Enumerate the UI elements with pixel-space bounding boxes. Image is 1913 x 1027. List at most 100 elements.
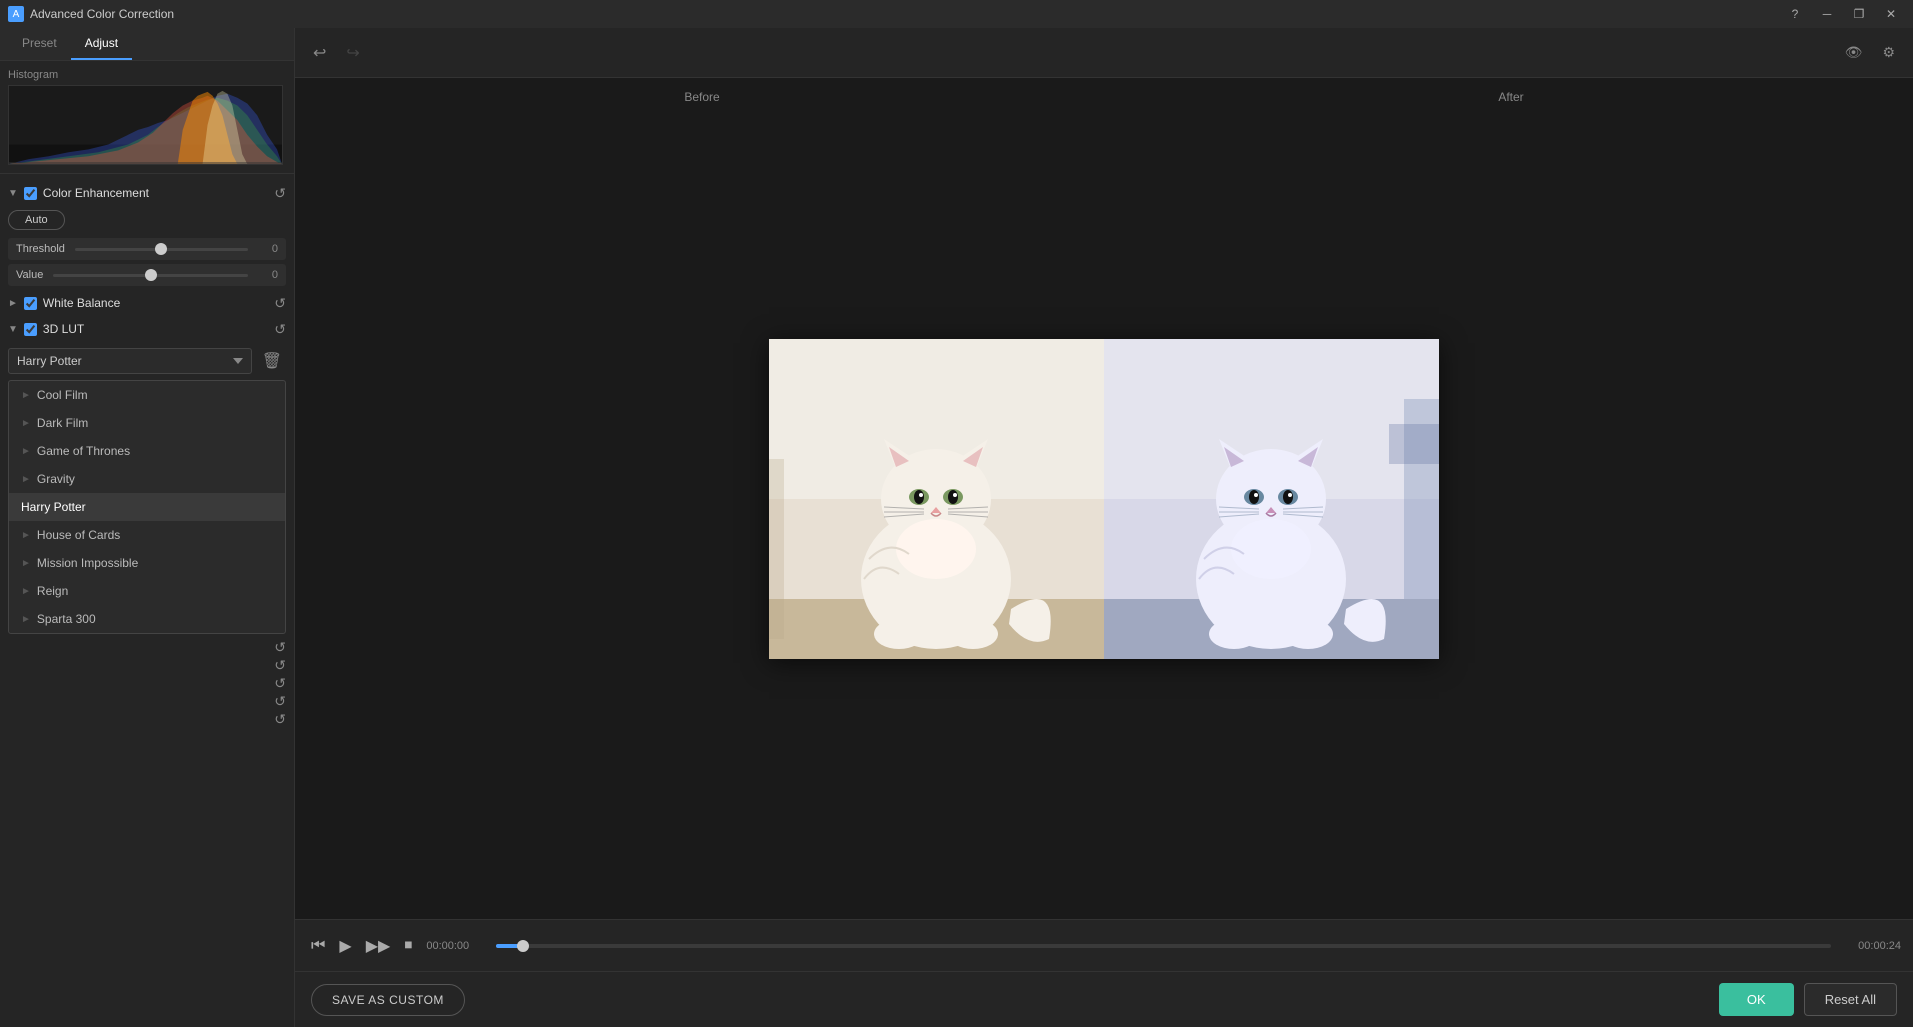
threshold-thumb[interactable] [155,243,167,255]
threshold-row: Threshold 0 [8,238,286,260]
sub-reset-2[interactable]: ↺ [274,658,286,672]
end-time: 00:00:24 [1841,940,1901,952]
item-label-reign: Reign [37,584,68,598]
color-enhancement-header[interactable]: ▼ Color Enhancement ↺ [8,180,286,206]
sub-reset-3[interactable]: ↺ [274,676,286,690]
play-controls: ⏮ ▶ ▶▶ ⏹ [307,934,416,958]
top-toolbar: ↩ ↪ 👁 ⚙ [295,28,1913,78]
histogram-canvas [8,85,283,165]
white-balance-title: White Balance [43,296,120,310]
list-item[interactable]: ► Game of Thrones [9,437,285,465]
item-label-harrypotter: Harry Potter [21,500,86,514]
histogram-section: Histogram [0,61,294,174]
before-label: Before [684,90,719,104]
main-layout: Preset Adjust Histogram [0,28,1913,1027]
threshold-value: 0 [258,243,278,255]
close-button[interactable]: ✕ [1877,0,1905,28]
play-button[interactable]: ▶ [335,934,355,958]
minimize-button[interactable]: ─ [1813,0,1841,28]
lut3d-header-left: ▼ 3D LUT [8,322,84,336]
color-enhancement-checkbox[interactable] [24,187,37,200]
white-balance-checkbox[interactable] [24,297,37,310]
auto-button[interactable]: Auto [8,210,65,230]
stop-button[interactable]: ⏹ [400,935,416,957]
cat-after-svg [1104,339,1439,659]
lut3d-header[interactable]: ▼ 3D LUT ↺ [8,316,286,342]
list-item[interactable]: ► House of Cards [9,521,285,549]
item-label-darkfilm: Dark Film [37,416,88,430]
lut-dropdown-list: ► Cool Film ► Dark Film ► Game of Throne… [8,380,286,634]
timeline-bar[interactable] [496,944,1831,948]
color-enhancement-reset[interactable]: ↺ [274,186,286,200]
list-item[interactable]: ► Cool Film [9,381,285,409]
lut3d-chevron: ▼ [8,324,18,335]
current-time: 00:00:00 [426,940,486,952]
white-balance-reset[interactable]: ↺ [274,296,286,310]
panel-content: ▼ Color Enhancement ↺ Auto Threshold 0 V… [0,174,294,1027]
list-item[interactable]: ► Gravity [9,465,285,493]
preview-after [1104,339,1439,659]
undo-button[interactable]: ↩ [307,39,332,67]
white-balance-chevron: ► [8,298,18,309]
item-arrow-gravity: ► [21,474,31,485]
lut3d-reset[interactable]: ↺ [274,322,286,336]
lut-delete-button[interactable]: 🗑 [258,349,286,373]
app-icon: A [8,6,24,22]
list-item[interactable]: ► Dark Film [9,409,285,437]
settings-button[interactable]: ⚙ [1876,40,1901,65]
preview-images [769,339,1439,659]
item-arrow-sparta: ► [21,614,31,625]
before-after-labels: Before After [295,90,1913,104]
item-arrow-got: ► [21,446,31,457]
list-item[interactable]: ► Reign [9,577,285,605]
value-value: 0 [258,269,278,281]
lut3d-title: 3D LUT [43,322,84,336]
sub-reset-5[interactable]: ↺ [274,712,286,726]
bottom-bar: SAVE AS CUSTOM OK Reset All [295,971,1913,1027]
item-arrow-mi: ► [21,558,31,569]
value-slider[interactable] [53,274,248,277]
play-forward-button[interactable]: ▶▶ [362,934,395,958]
reset-all-button[interactable]: Reset All [1804,983,1897,1016]
titlebar-controls: ? ─ ❐ ✕ [1781,0,1905,28]
tab-adjust[interactable]: Adjust [71,28,132,60]
sub-reset-1[interactable]: ↺ [274,640,286,654]
cat-before-svg [769,339,1104,659]
list-item[interactable]: ► Mission Impossible [9,549,285,577]
color-enhancement-title: Color Enhancement [43,186,149,200]
color-enhancement-chevron: ▼ [8,188,18,199]
item-label-hoc: House of Cards [37,528,120,542]
color-enhancement-header-left: ▼ Color Enhancement [8,186,149,200]
titlebar-left: A Advanced Color Correction [8,6,174,22]
eye-button[interactable]: 👁 [1839,40,1869,65]
list-item-selected[interactable]: Harry Potter [9,493,285,521]
lut3d-checkbox[interactable] [24,323,37,336]
after-label: After [1498,90,1523,104]
timeline: ⏮ ▶ ▶▶ ⏹ 00:00:00 00:00:24 [295,919,1913,971]
redo-button[interactable]: ↪ [340,39,365,67]
timeline-thumb[interactable] [517,940,529,952]
lut-select[interactable]: Cool Film Dark Film Game of Thrones Grav… [8,348,252,374]
value-row: Value 0 [8,264,286,286]
restore-button[interactable]: ❐ [1845,0,1873,28]
save-custom-button[interactable]: SAVE AS CUSTOM [311,984,465,1016]
ok-button[interactable]: OK [1719,983,1794,1016]
right-panel: ↩ ↪ 👁 ⚙ Before After [295,28,1913,1027]
skip-back-button[interactable]: ⏮ [307,935,329,957]
tabs: Preset Adjust [0,28,294,61]
help-button[interactable]: ? [1781,0,1809,28]
titlebar: A Advanced Color Correction ? ─ ❐ ✕ [0,0,1913,28]
threshold-slider[interactable] [75,248,248,251]
item-label-gravity: Gravity [37,472,75,486]
app-title: Advanced Color Correction [30,7,174,21]
item-arrow-hoc: ► [21,530,31,541]
item-label-mi: Mission Impossible [37,556,138,570]
sub-reset-4[interactable]: ↺ [274,694,286,708]
histogram-label: Histogram [8,69,286,81]
tab-preset[interactable]: Preset [8,28,71,60]
item-arrow-reign: ► [21,586,31,597]
white-balance-header[interactable]: ► White Balance ↺ [8,290,286,316]
preview-before [769,339,1104,659]
value-thumb[interactable] [145,269,157,281]
list-item[interactable]: ► Sparta 300 [9,605,285,633]
